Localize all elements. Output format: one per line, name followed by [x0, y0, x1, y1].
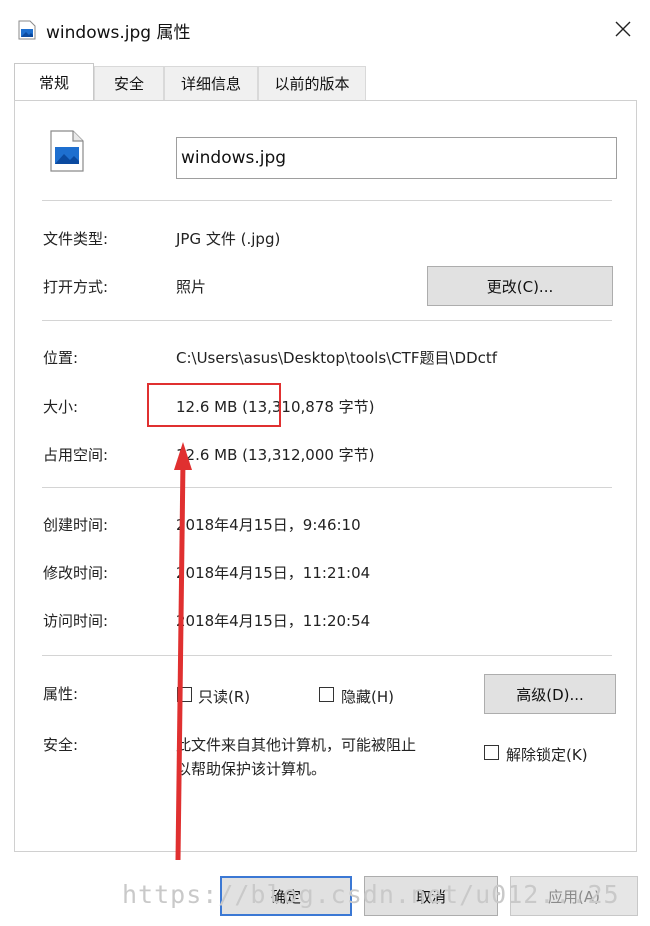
divider [42, 200, 612, 201]
hidden-checkbox[interactable] [319, 687, 334, 702]
security-text-line1: 此文件来自其他计算机，可能被阻止 [176, 736, 417, 754]
tab-previous-versions[interactable]: 以前的版本 [258, 66, 366, 100]
file-name-input[interactable] [176, 137, 617, 179]
unblock-label[interactable]: 解除锁定(K) [506, 744, 588, 765]
modified-label: 修改时间: [43, 564, 109, 582]
modified-value: 2018年4月15日，11:21:04 [176, 564, 371, 582]
image-file-icon [18, 20, 36, 40]
tab-bar: 常规 安全 详细信息 以前的版本 [0, 63, 650, 102]
accessed-label: 访问时间: [43, 612, 109, 630]
close-icon [615, 21, 631, 37]
watermark: https://blog.csdn.net/u012...25 [122, 880, 620, 909]
created-value: 2018年4月15日，9:46:10 [176, 516, 361, 534]
file-type-value: JPG 文件 (.jpg) [176, 230, 281, 248]
readonly-label[interactable]: 只读(R) [198, 686, 250, 707]
open-with-label: 打开方式: [43, 278, 109, 296]
size-on-disk-value: 12.6 MB (13,312,000 字节) [176, 446, 375, 464]
divider [42, 320, 612, 321]
open-with-value: 照片 [176, 278, 207, 296]
size-label: 大小: [43, 398, 79, 416]
tab-security[interactable]: 安全 [94, 66, 164, 100]
unblock-checkbox[interactable] [484, 745, 499, 760]
divider [42, 655, 612, 656]
file-type-label: 文件类型: [43, 230, 109, 248]
hidden-label[interactable]: 隐藏(H) [341, 686, 394, 707]
created-label: 创建时间: [43, 516, 109, 534]
close-button[interactable] [604, 10, 642, 48]
accessed-value: 2018年4月15日，11:20:54 [176, 612, 371, 630]
security-label: 安全: [43, 736, 79, 754]
location-label: 位置: [43, 349, 79, 367]
size-on-disk-label: 占用空间: [43, 446, 109, 464]
tab-details[interactable]: 详细信息 [164, 66, 258, 100]
tab-general[interactable]: 常规 [14, 63, 94, 100]
advanced-button[interactable]: 高级(D)... [484, 674, 616, 714]
change-button[interactable]: 更改(C)... [427, 266, 613, 306]
size-highlight-box [147, 383, 281, 427]
window-title: windows.jpg 属性 [46, 23, 191, 43]
attributes-label: 属性: [43, 685, 79, 703]
image-file-icon [50, 130, 84, 172]
location-value: C:\Users\asus\Desktop\tools\CTF题目\DDctf [176, 349, 498, 367]
divider [42, 487, 612, 488]
annotation-arrow [174, 442, 192, 861]
